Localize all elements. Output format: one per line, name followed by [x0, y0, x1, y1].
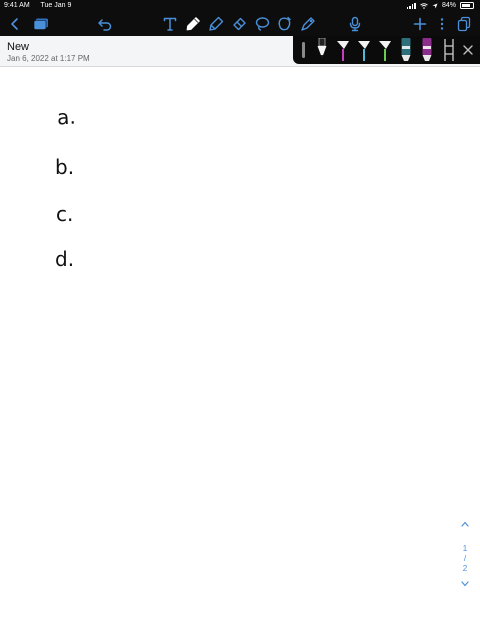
- lasso-icon[interactable]: [252, 14, 272, 34]
- back-icon[interactable]: [5, 14, 25, 34]
- pen-tray: [293, 36, 480, 64]
- shapes-icon[interactable]: [275, 14, 295, 34]
- list-label-c: c.: [56, 202, 74, 226]
- page-navigator: 1 / 2: [455, 520, 475, 595]
- undo-icon[interactable]: [95, 14, 115, 34]
- list-label-b: b.: [55, 155, 75, 179]
- battery-percent: 84%: [441, 2, 456, 9]
- text-tool-icon[interactable]: [160, 14, 180, 34]
- wifi-icon: [420, 2, 428, 9]
- battery-icon: [460, 2, 474, 9]
- next-page-icon[interactable]: [455, 580, 475, 592]
- document-date: Jan 6, 2022 at 1:17 PM: [7, 54, 90, 63]
- tray-pen-3-icon[interactable]: [357, 38, 371, 62]
- document-title[interactable]: New: [7, 41, 29, 53]
- tray-ruler-icon[interactable]: [442, 38, 456, 62]
- current-page: 1: [462, 544, 468, 553]
- status-time: 9:41 AM: [4, 2, 30, 9]
- tray-pen-4-icon[interactable]: [378, 38, 392, 62]
- app-toolbar: [0, 12, 480, 36]
- color-icon[interactable]: [298, 14, 318, 34]
- status-date: Tue Jan 9: [40, 2, 72, 9]
- tray-pen-5-icon[interactable]: [399, 38, 413, 62]
- tray-handle[interactable]: [302, 42, 305, 58]
- highlighter-icon[interactable]: [206, 14, 226, 34]
- pages-icon[interactable]: [454, 14, 474, 34]
- more-icon[interactable]: [432, 14, 452, 34]
- microphone-icon[interactable]: [345, 14, 365, 34]
- tray-pen-2-icon[interactable]: [336, 38, 350, 62]
- previous-page-icon[interactable]: [455, 520, 475, 532]
- tray-pen-1-icon[interactable]: [315, 37, 329, 62]
- cellular-signal-icon: [406, 2, 416, 9]
- list-label-a: a.: [56, 104, 77, 130]
- status-bar: 9:41 AM Tue Jan 9 84%: [0, 0, 480, 12]
- tray-pen-6-icon[interactable]: [420, 38, 434, 62]
- close-icon[interactable]: [462, 43, 476, 57]
- add-icon[interactable]: [410, 14, 430, 34]
- eraser-icon[interactable]: [229, 14, 249, 34]
- page-separator: /: [463, 554, 467, 563]
- pen-icon[interactable]: [183, 14, 203, 34]
- total-pages: 2: [462, 564, 468, 573]
- note-canvas[interactable]: a. b. c. d.: [0, 67, 480, 640]
- list-label-d: d.: [55, 247, 75, 271]
- notebooks-icon[interactable]: [31, 14, 51, 34]
- location-icon: [432, 3, 438, 8]
